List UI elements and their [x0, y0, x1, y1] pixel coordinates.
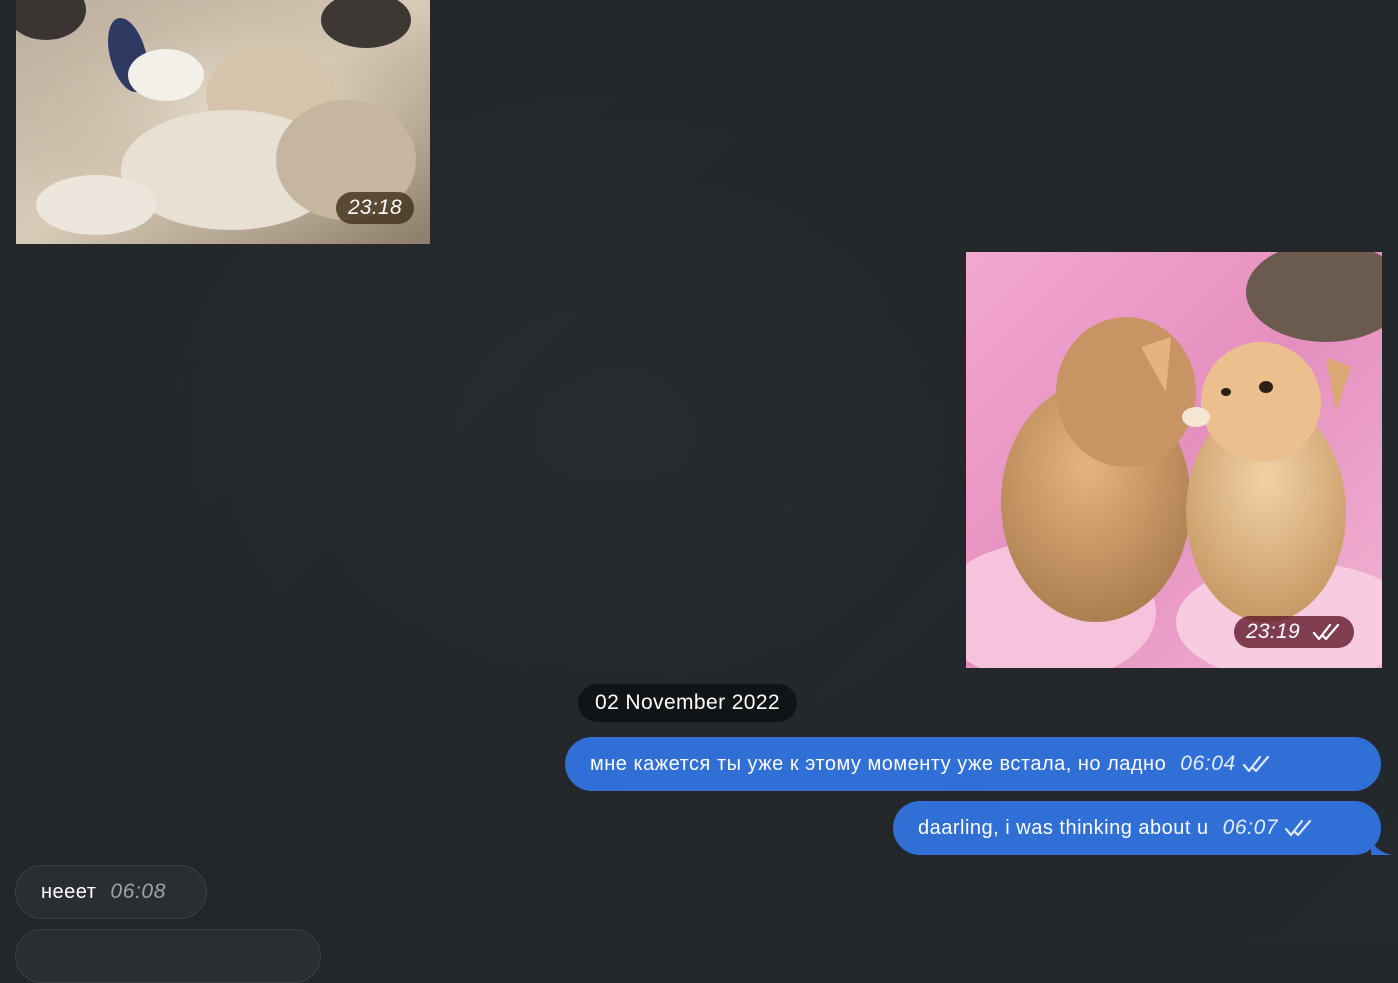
date-separator-label: 02 November 2022	[595, 691, 781, 714]
outgoing-message-bubble[interactable]: daarling, i was thinking about u 06:07	[893, 801, 1393, 855]
message-time: 06:04	[1180, 752, 1236, 775]
date-separator: 02 November 2022	[578, 684, 798, 722]
media-time-text: 23:18	[347, 196, 402, 219]
message-time: 06:08	[110, 880, 166, 903]
outgoing-message-bubble[interactable]: мне кажется ты уже к этому моменту уже в…	[565, 737, 1381, 791]
media-timestamp: 23:18	[335, 192, 414, 224]
outgoing-media-message[interactable]: 23:19	[966, 252, 1382, 668]
message-text: нееет	[41, 880, 97, 903]
message-time: 06:07	[1222, 816, 1279, 839]
incoming-media-message[interactable]: 23:18	[16, 0, 430, 244]
double-check-icon	[1312, 623, 1340, 641]
incoming-message-bubble[interactable]: нееет 06:08	[15, 865, 207, 919]
media-time-text: 23:19	[1245, 620, 1300, 643]
bubble-tail	[1371, 837, 1393, 855]
two-kittens-kissing-photo	[966, 252, 1382, 668]
incoming-message-bubble-partial[interactable]	[15, 929, 321, 983]
message-text: daarling, i was thinking about u	[918, 816, 1209, 839]
message-text: мне кажется ты уже к этому моменту уже в…	[590, 752, 1167, 775]
media-timestamp: 23:19	[1233, 616, 1354, 648]
double-check-icon	[1242, 755, 1269, 773]
double-check-icon	[1285, 819, 1312, 837]
